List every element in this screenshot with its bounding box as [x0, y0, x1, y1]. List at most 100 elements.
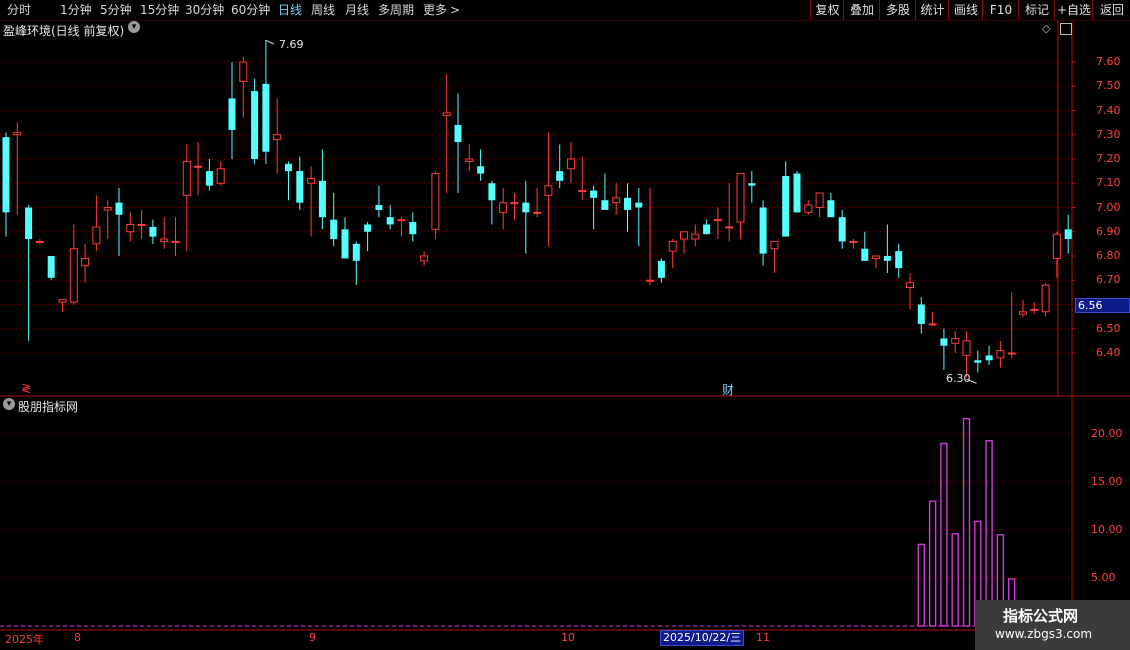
candle-body: [442, 112, 451, 116]
tab-60min[interactable]: 60分钟: [231, 2, 270, 18]
financial-report-marker[interactable]: 财: [722, 381, 734, 398]
candle-body: [646, 279, 655, 282]
tab-multi-period[interactable]: 多周期: [378, 2, 414, 18]
price-tick-label: 6.80: [1096, 249, 1121, 262]
candle-body: [838, 217, 846, 242]
candle-body: [533, 211, 542, 214]
tab-more[interactable]: 更多: [423, 2, 447, 18]
tab-fenshi[interactable]: 分时: [7, 2, 31, 18]
stats-button[interactable]: 统计: [915, 0, 949, 20]
stock-chart[interactable]: [0, 0, 1130, 650]
candle-body: [1041, 284, 1050, 313]
candle-body: [635, 202, 643, 208]
more-arrow-icon[interactable]: >: [450, 2, 460, 18]
candle-body: [194, 165, 203, 168]
candle-body: [657, 260, 665, 278]
candle-body: [318, 180, 326, 218]
watermark-logo: 指标公式网 www.zbgs3.com: [975, 600, 1130, 650]
current-price-label: 6.56: [1078, 299, 1103, 312]
indicator-tick-label: 5.00: [1091, 571, 1116, 584]
cursor-date-label: 2025/10/22/三: [660, 630, 745, 646]
candle-body: [691, 233, 700, 240]
candle-body: [567, 158, 575, 170]
indicator-bar: [985, 440, 993, 627]
tab-weekly[interactable]: 周线: [311, 2, 335, 18]
candle-body: [883, 256, 891, 261]
candle-body: [477, 166, 485, 174]
indicator-chevron-icon[interactable]: ▾: [3, 398, 15, 410]
candle-body: [103, 207, 112, 211]
watermark-title: 指标公式网: [1003, 607, 1079, 625]
candle-body: [827, 200, 835, 218]
indicator-panel-title: 股朋指标网: [18, 400, 79, 414]
candle-body: [736, 173, 745, 223]
candle-body: [296, 171, 304, 203]
current-price-box: 6.56: [1075, 298, 1130, 313]
candle-body: [861, 248, 869, 261]
candle-body: [58, 299, 67, 303]
candle-body: [25, 207, 33, 240]
candle-body: [375, 205, 383, 210]
candle-body: [307, 177, 316, 184]
back-button[interactable]: 返回: [1092, 0, 1130, 20]
add-watchlist-button[interactable]: +自选: [1054, 0, 1093, 20]
candle-body: [13, 131, 22, 136]
watermark-url: www.zbgs3.com: [995, 627, 1093, 641]
candle-body: [510, 202, 519, 205]
draw-button[interactable]: 画线: [948, 0, 983, 20]
dividend-marker[interactable]: ≷: [21, 381, 31, 395]
indicator-bar: [951, 533, 959, 627]
candle-body: [160, 238, 169, 242]
candle-body: [940, 338, 948, 346]
candle-body: [262, 83, 270, 152]
candle-body: [137, 223, 146, 226]
chevron-down-icon[interactable]: ▾: [128, 21, 140, 33]
candle-body: [285, 163, 292, 172]
indicator-bar: [962, 417, 971, 627]
candle-body: [431, 173, 440, 230]
candle-body: [917, 304, 925, 324]
candle-body: [951, 337, 960, 344]
candle-body: [216, 168, 225, 184]
candle-body: [680, 231, 688, 240]
date-label-oct: 10: [561, 631, 575, 644]
candle-body: [713, 219, 722, 222]
tab-15min[interactable]: 15分钟: [140, 2, 179, 18]
candle-body: [488, 183, 496, 201]
candle-body: [239, 61, 248, 82]
candle-body: [330, 219, 338, 240]
multi-stock-button[interactable]: 多股: [879, 0, 916, 20]
price-tick-label: 6.50: [1096, 321, 1121, 335]
candle-body: [928, 323, 937, 326]
candle-body: [1007, 352, 1016, 355]
candle-body: [544, 185, 553, 196]
price-tick-label: 7.50: [1096, 79, 1121, 93]
candle-body: [126, 223, 135, 233]
price-tick-label: 7.30: [1096, 127, 1121, 141]
price-tick-label: 7.10: [1096, 176, 1121, 190]
mark-button[interactable]: 标记: [1018, 0, 1055, 20]
overlay-button[interactable]: 叠加: [843, 0, 880, 20]
price-tick-label: 7.00: [1096, 200, 1121, 214]
tab-1min[interactable]: 1分钟: [60, 2, 92, 18]
candle-body: [364, 224, 372, 232]
candle-body: [601, 200, 609, 210]
diamond-icon[interactable]: ◇: [1042, 22, 1050, 35]
indicator-bar: [940, 442, 948, 627]
tab-5min[interactable]: 5分钟: [100, 2, 132, 18]
price-tick-label: 7.20: [1096, 152, 1121, 165]
f10-button[interactable]: F10: [982, 0, 1019, 20]
indicator-tick-label: 15.00: [1091, 475, 1123, 488]
panel-toggle-icon[interactable]: [1060, 23, 1072, 35]
tab-monthly[interactable]: 月线: [345, 2, 369, 18]
candle-body: [1019, 311, 1027, 315]
candle-body: [1030, 308, 1039, 311]
candle-body: [149, 226, 157, 237]
candle-body: [703, 224, 711, 235]
tab-30min[interactable]: 30分钟: [185, 2, 224, 18]
adjust-button[interactable]: 复权: [810, 0, 844, 20]
candle-body: [815, 192, 824, 208]
price-tick-label: 6.70: [1096, 273, 1121, 287]
candle-body: [804, 204, 813, 213]
tab-daily[interactable]: 日线: [278, 2, 302, 18]
